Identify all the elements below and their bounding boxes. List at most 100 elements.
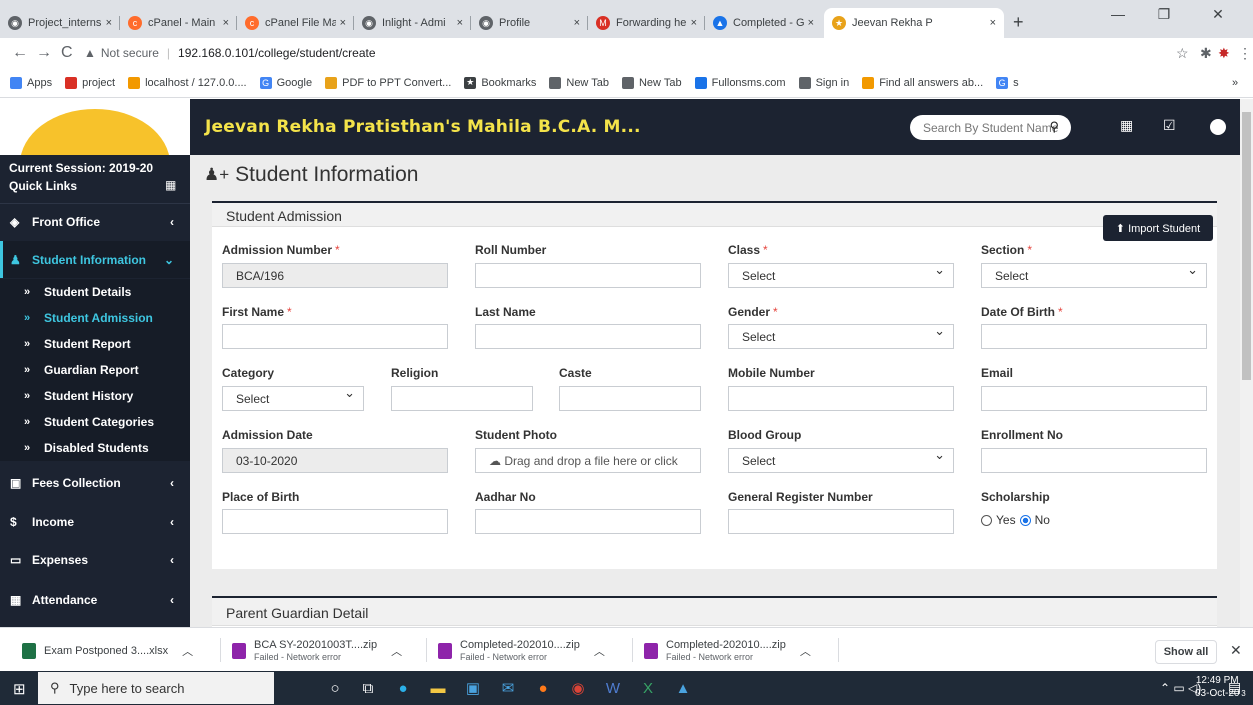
first-name-input[interactable] xyxy=(222,324,448,349)
close-icon[interactable]: × xyxy=(990,17,996,29)
show-all-button[interactable]: Show all xyxy=(1155,640,1217,664)
sidebar-subitem-student-details[interactable]: » Student Details xyxy=(0,279,190,305)
email-input[interactable] xyxy=(981,386,1207,411)
extensions-icon[interactable]: ✱ xyxy=(1200,45,1212,62)
scrollbar-thumb[interactable] xyxy=(1242,112,1251,380)
sidebar-subitem-student-admission[interactable]: » Student Admission xyxy=(0,305,190,331)
restore-icon[interactable]: ❐ xyxy=(1141,6,1187,23)
close-icon[interactable]: ✕ xyxy=(1230,642,1242,659)
close-icon[interactable]: × xyxy=(340,17,346,29)
bookmark-item[interactable]: Apps xyxy=(10,76,52,89)
minimize-icon[interactable]: — xyxy=(1095,6,1141,22)
sidebar-item-front-office[interactable]: ◈ Front Office ‹ xyxy=(0,204,190,240)
browser-tab[interactable]: ◉ Inlight - Admi × xyxy=(354,8,471,38)
admission-date-input[interactable]: 03-10-2020 xyxy=(222,448,448,473)
enrollment-no-input[interactable] xyxy=(981,448,1207,473)
import-student-button[interactable]: ⬆ Import Student xyxy=(1103,215,1213,241)
cortana-icon[interactable]: ○ xyxy=(325,678,345,698)
close-icon[interactable]: × xyxy=(457,17,463,29)
bookmarks-more-button[interactable]: » xyxy=(1232,77,1238,89)
browser-tab[interactable]: c cPanel - Main × xyxy=(120,8,237,38)
star-icon[interactable]: ☆ xyxy=(1176,45,1189,62)
browser-tab[interactable]: ▲ Completed - G × xyxy=(705,8,822,38)
profile-icon[interactable]: ✸ xyxy=(1218,45,1230,62)
bookmark-item[interactable]: New Tab xyxy=(621,76,682,89)
bookmark-item[interactable]: Gs xyxy=(996,76,1019,89)
chrome-icon[interactable]: ◉ xyxy=(568,678,588,698)
blood-group-select[interactable]: Select xyxy=(728,447,954,473)
window-close-icon[interactable]: ✕ xyxy=(1195,6,1241,23)
sidebar-subitem-disabled-students[interactable]: » Disabled Students xyxy=(0,435,190,461)
store-icon[interactable]: ▣ xyxy=(463,678,483,698)
firefox-icon[interactable]: ● xyxy=(533,678,553,698)
sidebar-item-income[interactable]: $ Income ‹ xyxy=(0,504,190,540)
download-item[interactable]: Exam Postponed 3....xlsx ︿ xyxy=(22,636,193,666)
taskbar-search-input[interactable]: ⚲ Type here to search xyxy=(38,672,274,704)
scholarship-yes-radio[interactable] xyxy=(981,514,992,526)
back-icon[interactable]: ← xyxy=(12,44,28,62)
gender-select[interactable]: Select xyxy=(728,323,954,349)
logo[interactable] xyxy=(0,99,190,155)
mail-icon[interactable]: ✉ xyxy=(498,678,518,698)
student-photo-dropzone[interactable]: ☁ Drag and drop a file here or click xyxy=(475,448,701,473)
sidebar-subitem-student-report[interactable]: » Student Report xyxy=(0,331,190,357)
excel-icon[interactable]: X xyxy=(638,678,658,698)
menu-icon[interactable]: ⋮ xyxy=(1238,45,1252,62)
reload-icon[interactable]: C xyxy=(61,44,73,62)
chevron-up-icon[interactable]: ︿ xyxy=(182,643,193,659)
task-view-icon[interactable]: ⧉ xyxy=(358,678,378,698)
download-item[interactable]: BCA SY-20201003T....zip Failed - Network … xyxy=(232,636,402,666)
bookmark-item[interactable]: G Google xyxy=(259,76,312,89)
windows-start-icon[interactable]: ⊞ xyxy=(13,680,26,698)
caste-input[interactable] xyxy=(559,386,701,411)
notification-icon[interactable]: ▤3 xyxy=(1228,679,1246,698)
roll-number-input[interactable] xyxy=(475,263,701,288)
sidebar-item-fees-collection[interactable]: ▣ Fees Collection ‹ xyxy=(0,465,190,501)
calendar-icon[interactable]: ▦ xyxy=(1120,117,1133,134)
bookmark-item[interactable]: Find all answers ab... xyxy=(862,76,983,89)
close-icon[interactable]: × xyxy=(106,17,112,29)
new-tab-button[interactable]: + xyxy=(1013,12,1024,33)
bookmark-item[interactable]: Fullonsms.com xyxy=(694,76,786,89)
close-icon[interactable]: × xyxy=(574,17,580,29)
browser-tab[interactable]: ◉ Project_interns × xyxy=(0,8,120,38)
sidebar-subitem-guardian-report[interactable]: » Guardian Report xyxy=(0,357,190,383)
student-search-input[interactable]: Search By Student Name ⚲ xyxy=(910,115,1071,140)
bookmark-item[interactable]: ★ Bookmarks xyxy=(464,76,536,89)
avatar[interactable] xyxy=(1210,119,1226,135)
religion-input[interactable] xyxy=(391,386,533,411)
browser-tab[interactable]: ◉ Profile × xyxy=(471,8,588,38)
admission-number-input[interactable]: BCA/196 xyxy=(222,263,448,288)
section-select[interactable]: Select xyxy=(981,262,1207,288)
sidebar-subitem-student-history[interactable]: » Student History xyxy=(0,383,190,409)
aadhar-no-input[interactable] xyxy=(475,509,701,534)
browser-tab-active[interactable]: ★ Jeevan Rekha P × xyxy=(824,8,1004,38)
chevron-up-icon[interactable]: ︿ xyxy=(391,643,402,659)
category-select[interactable]: Select xyxy=(222,385,364,411)
sidebar-item-attendance[interactable]: ▦ Attendance ‹ xyxy=(0,582,190,618)
word-icon[interactable]: W xyxy=(603,678,623,698)
sidebar-item-student-information[interactable]: ♟ Student Information ⌄ xyxy=(0,241,190,278)
quick-links-label[interactable]: Quick Links xyxy=(9,177,153,195)
sidebar-item-expenses[interactable]: ▭ Expenses ‹ xyxy=(0,542,190,578)
general-register-number-input[interactable] xyxy=(728,509,954,534)
task-check-icon[interactable]: ☑ xyxy=(1163,117,1176,134)
class-select[interactable]: Select xyxy=(728,262,954,288)
bookmark-item[interactable]: localhost / 127.0.0.... xyxy=(128,76,247,89)
place-of-birth-input[interactable] xyxy=(222,509,448,534)
sidebar-subitem-student-categories[interactable]: » Student Categories xyxy=(0,409,190,435)
mobile-number-input[interactable] xyxy=(728,386,954,411)
edge-icon[interactable]: ● xyxy=(393,678,413,698)
address-bar[interactable]: ▲ Not secure | 192.168.0.101/college/stu… xyxy=(84,41,1174,65)
chevron-up-icon[interactable]: ︿ xyxy=(594,643,605,659)
chevron-up-icon[interactable]: ︿ xyxy=(800,643,811,659)
bookmark-item[interactable]: New Tab xyxy=(549,76,609,89)
download-item[interactable]: Completed-202010....zip Failed - Network … xyxy=(644,636,811,666)
browser-tab[interactable]: M Forwarding he × xyxy=(588,8,705,38)
date-of-birth-input[interactable] xyxy=(981,324,1207,349)
download-item[interactable]: Completed-202010....zip Failed - Network … xyxy=(438,636,605,666)
photos-icon[interactable]: ▲ xyxy=(673,678,693,698)
bookmark-item[interactable]: project xyxy=(65,76,115,89)
forward-icon[interactable]: → xyxy=(36,44,52,62)
browser-tab[interactable]: c cPanel File Ma × xyxy=(237,8,354,38)
